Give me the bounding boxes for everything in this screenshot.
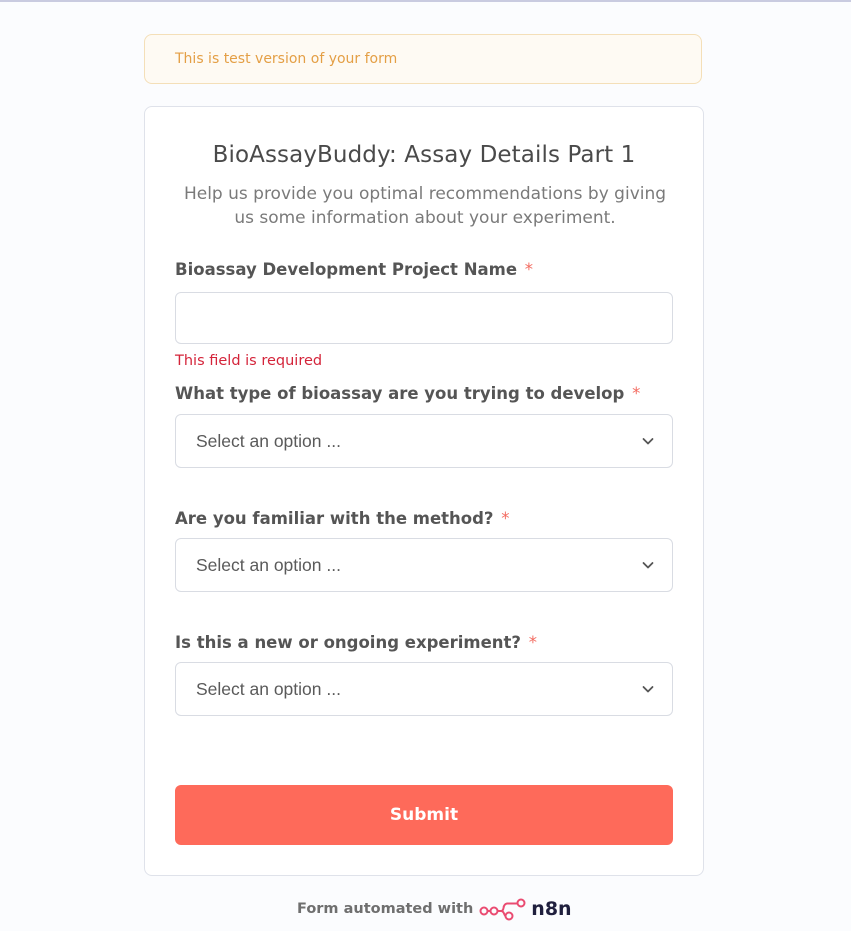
chevron-down-icon	[642, 562, 654, 569]
experiment-status-label-text: Is this a new or ongoing experiment?	[175, 633, 521, 652]
n8n-logo-icon	[479, 898, 526, 921]
footer-text: Form automated with	[297, 901, 474, 917]
bioassay-type-label: What type of bioassay are you trying to …	[175, 384, 640, 403]
project-name-label-text: Bioassay Development Project Name	[175, 260, 518, 279]
required-asterisk: *	[524, 260, 534, 279]
chevron-down-icon	[642, 438, 654, 445]
experiment-status-select[interactable]: Select an option ...	[175, 662, 673, 716]
experiment-status-selected-value: Select an option ...	[196, 678, 341, 699]
required-asterisk: *	[528, 633, 537, 652]
project-name-error: This field is required	[175, 353, 323, 369]
required-asterisk: *	[501, 509, 510, 528]
experiment-status-label: Is this a new or ongoing experiment? *	[175, 633, 537, 652]
banner-text: This is test version of your form	[175, 51, 398, 67]
test-version-banner: This is test version of your form	[144, 34, 702, 84]
required-asterisk: *	[632, 384, 641, 403]
top-border	[0, 0, 851, 2]
form-title: BioAssayBuddy: Assay Details Part 1	[212, 142, 636, 168]
bioassay-type-selected-value: Select an option ...	[196, 430, 341, 451]
familiar-method-selected-value: Select an option ...	[196, 554, 341, 575]
familiar-method-label-text: Are you familiar with the method?	[175, 509, 494, 528]
chevron-down-icon	[642, 686, 654, 693]
footer: Form automated with n8n	[297, 894, 572, 924]
submit-button[interactable]: Submit	[175, 785, 673, 845]
familiar-method-select[interactable]: Select an option ...	[175, 538, 673, 592]
bioassay-type-label-text: What type of bioassay are you trying to …	[175, 384, 625, 403]
project-name-label: Bioassay Development Project Name *	[175, 260, 533, 279]
n8n-brand: n8n	[531, 898, 572, 920]
form-card: BioAssayBuddy: Assay Details Part 1 Help…	[144, 106, 704, 876]
n8n-logo[interactable]: n8n	[479, 897, 572, 921]
familiar-method-label: Are you familiar with the method? *	[175, 509, 510, 528]
project-name-input[interactable]	[175, 292, 673, 344]
form-subtitle: Help us provide you optimal recommendati…	[183, 184, 667, 228]
bioassay-type-select[interactable]: Select an option ...	[175, 414, 673, 468]
